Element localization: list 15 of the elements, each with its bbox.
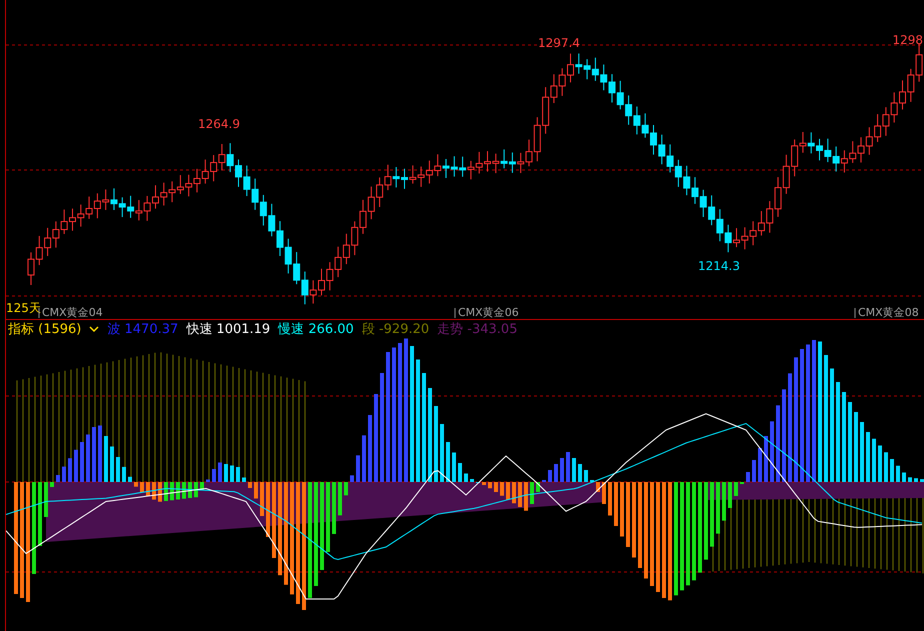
- contract-label: CMX黄金06: [458, 306, 519, 319]
- price-label: 1214.3: [698, 259, 740, 273]
- indicator-name[interactable]: 指标 (1596): [8, 320, 82, 338]
- chevron-down-icon[interactable]: [89, 325, 100, 333]
- series-legend: 波 1470.37: [107, 320, 178, 338]
- price-label: 1264.9: [198, 117, 240, 131]
- price-label: 1298: [892, 33, 923, 47]
- contract-label: CMX黄金04: [42, 306, 103, 319]
- series-legend: 慢速 266.00: [278, 320, 354, 338]
- contract-label: CMX黄金08: [858, 306, 919, 319]
- series-legend: 快速 1001.19: [186, 320, 270, 338]
- series-legend: 走势 -343.05: [437, 320, 518, 338]
- period-label: 125天: [6, 301, 41, 315]
- series-legend: 段 -929.20: [362, 320, 430, 338]
- price-label: 1297.4: [538, 36, 580, 50]
